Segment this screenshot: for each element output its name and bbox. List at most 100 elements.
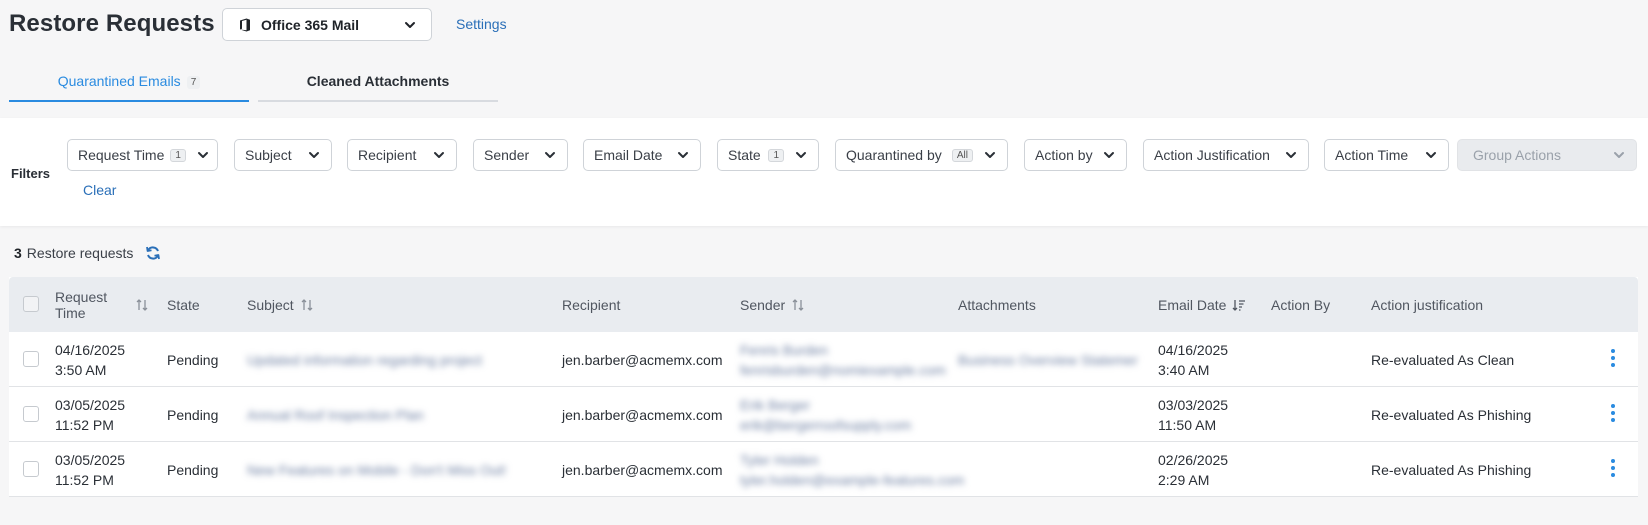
- filter-label: Quarantined by: [846, 147, 942, 163]
- chevron-down-icon: [309, 152, 319, 158]
- cell-action-justification: Re-evaluated As Phishing: [1371, 461, 1532, 478]
- column-header-label: Attachments: [958, 296, 1036, 313]
- column-header-label: Action By: [1271, 296, 1331, 313]
- office365-icon: [240, 18, 250, 31]
- column-header-label: State: [167, 296, 200, 313]
- cell-request-time: 04/16/2025 3:50 AM: [55, 332, 125, 387]
- row-checkbox[interactable]: [23, 351, 39, 367]
- column-header-label: Sender: [740, 296, 786, 313]
- results-count: 3: [14, 245, 22, 261]
- column-header-label: Email Date: [1158, 296, 1227, 313]
- column-header-attachments: Attachments: [958, 277, 1036, 332]
- email-date: 04/16/2025: [1158, 341, 1229, 358]
- cell-subject: New Features on Mobile - Don't Miss Out!: [247, 461, 507, 478]
- row-menu-icon[interactable]: [1610, 349, 1616, 369]
- column-header-sender[interactable]: Sender: [740, 277, 805, 332]
- filter-request-time[interactable]: Request Time 1: [67, 139, 218, 171]
- cell-sender: Erik Berger erik@bergerroofsupply.com: [740, 387, 911, 442]
- filter-badge: All: [951, 148, 973, 162]
- column-header-subject[interactable]: Subject: [247, 277, 314, 332]
- tab-quarantined-emails[interactable]: Quarantined Emails 7: [9, 66, 249, 102]
- filter-action-justification[interactable]: Action Justification: [1143, 139, 1309, 171]
- table-row[interactable]: 03/05/2025 11:52 PM Pending Annual Roof …: [9, 387, 1638, 442]
- filter-email-date[interactable]: Email Date: [583, 139, 701, 171]
- chevron-down-icon: [405, 21, 415, 28]
- column-header-action-by: Action By: [1271, 277, 1330, 332]
- app-selector[interactable]: Office 365 Mail: [222, 8, 432, 41]
- email-clock: 2:29 AM: [1158, 471, 1210, 488]
- sender-email: tyler.holden@example-features.com: [740, 471, 965, 488]
- refresh-icon[interactable]: [145, 245, 161, 261]
- cell-attachments: Business Overview Statement.pdf: [958, 351, 1138, 368]
- cell-state: Pending: [167, 406, 219, 423]
- email-date: 03/03/2025: [1158, 396, 1229, 413]
- filter-subject[interactable]: Subject: [234, 139, 332, 171]
- filter-label: Subject: [245, 147, 292, 163]
- chevron-down-icon: [985, 152, 995, 158]
- request-date: 04/16/2025: [55, 341, 126, 358]
- results-label: Restore requests: [26, 245, 134, 261]
- sort-descending-icon: [1233, 299, 1246, 311]
- cell-recipient: jen.barber@acmemx.com: [562, 406, 723, 423]
- cell-attachments: [958, 442, 1138, 497]
- tab-bar: Quarantined Emails 7 Cleaned Attachments: [9, 66, 507, 102]
- filter-state[interactable]: State 1: [717, 139, 819, 171]
- tab-count-badge: 7: [186, 76, 201, 89]
- chevron-down-icon: [1614, 152, 1624, 158]
- tab-label: Cleaned Attachments: [306, 73, 450, 89]
- sort-icon: [136, 298, 148, 311]
- cell-request-time: 03/05/2025 11:52 PM: [55, 387, 125, 442]
- cell-recipient: jen.barber@acmemx.com: [562, 351, 723, 368]
- table-row[interactable]: 04/16/2025 3:50 AM Pending Updated infor…: [9, 332, 1638, 387]
- filter-label: Action Justification: [1154, 147, 1270, 163]
- filters-bar: Filters Request Time 1 Subject Recipient…: [0, 118, 1648, 226]
- tab-label: Quarantined Emails: [57, 73, 181, 89]
- filter-label: Request Time: [78, 147, 165, 163]
- request-date: 03/05/2025: [55, 396, 126, 413]
- table-header: Request Time State Subject Recipient Sen…: [9, 277, 1638, 332]
- cell-attachments: [958, 387, 1138, 442]
- cell-email-date: 03/03/2025 11:50 AM: [1158, 387, 1228, 442]
- filter-action-time[interactable]: Action Time: [1324, 139, 1449, 171]
- cell-action-justification: Re-evaluated As Phishing: [1371, 406, 1532, 423]
- group-actions-label: Group Actions: [1473, 147, 1561, 163]
- sender-email: fenrisburden@nomiexample.com: [740, 361, 946, 378]
- chevron-down-icon: [1286, 152, 1296, 158]
- column-header-label: Recipient: [562, 296, 621, 313]
- sender-name: Tyler Holden: [740, 451, 819, 468]
- table-row[interactable]: 03/05/2025 11:52 PM Pending New Features…: [9, 442, 1638, 497]
- column-header-request-time[interactable]: Request Time: [55, 277, 155, 332]
- row-menu-icon[interactable]: [1610, 404, 1616, 424]
- filter-sender[interactable]: Sender: [473, 139, 568, 171]
- column-header-state: State: [167, 277, 200, 332]
- cell-state: Pending: [167, 351, 219, 368]
- cell-sender: Tyler Holden tyler.holden@example-featur…: [740, 442, 964, 497]
- row-checkbox[interactable]: [23, 406, 39, 422]
- tab-cleaned-attachments[interactable]: Cleaned Attachments: [258, 66, 498, 102]
- column-header-email-date[interactable]: Email Date: [1158, 277, 1246, 332]
- clear-filters-link[interactable]: Clear: [83, 182, 116, 198]
- cell-subject: Updated information regarding project: [247, 351, 483, 368]
- filter-action-by[interactable]: Action by: [1024, 139, 1127, 171]
- sort-icon: [301, 298, 313, 311]
- request-clock: 11:52 PM: [55, 471, 114, 488]
- chevron-down-icon: [1104, 152, 1114, 158]
- sender-name: Erik Berger: [740, 396, 811, 413]
- row-menu-icon[interactable]: [1610, 459, 1616, 479]
- column-header-label: Request Time: [55, 288, 108, 321]
- settings-link[interactable]: Settings: [456, 16, 507, 32]
- email-clock: 11:50 AM: [1158, 416, 1217, 433]
- cell-subject: Annual Roof Inspection Plan: [247, 406, 424, 423]
- filter-label: Recipient: [358, 147, 417, 163]
- filter-recipient[interactable]: Recipient: [347, 139, 457, 171]
- select-all-checkbox[interactable]: [23, 296, 39, 312]
- page-header: Restore Requests: [9, 8, 215, 40]
- row-checkbox[interactable]: [23, 461, 39, 477]
- chevron-down-icon: [1426, 152, 1436, 158]
- sort-icon: [792, 298, 804, 311]
- cell-request-time: 03/05/2025 11:52 PM: [55, 442, 125, 497]
- filter-quarantined-by[interactable]: Quarantined by All: [835, 139, 1008, 171]
- results-summary: 3 Restore requests: [14, 245, 161, 261]
- email-date: 02/26/2025: [1158, 451, 1229, 468]
- column-header-label: Action justification: [1371, 296, 1484, 313]
